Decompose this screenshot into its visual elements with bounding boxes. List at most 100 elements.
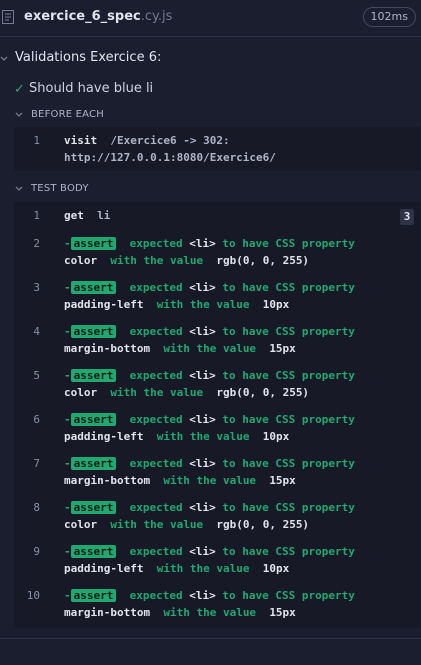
before-each-hook[interactable]: BEFORE EACH bbox=[0, 108, 421, 124]
assert-with: with the value bbox=[163, 342, 257, 355]
assert-prefix: - bbox=[64, 413, 71, 426]
command-visit[interactable]: 1 visit /Exercice6 -> 302: http://127.0.… bbox=[14, 134, 420, 168]
assert-subject: <li> bbox=[189, 325, 216, 338]
assert-verb: to have CSS property bbox=[222, 325, 355, 338]
command-number: 9 bbox=[33, 545, 40, 558]
assert-badge: assert bbox=[70, 589, 117, 602]
assert-prefix: - bbox=[64, 501, 71, 514]
command-number: 10 bbox=[26, 589, 40, 602]
assert-expected: expected bbox=[129, 501, 183, 514]
assert-badge: assert bbox=[70, 413, 117, 426]
assert-prefix: - bbox=[64, 589, 71, 602]
chevron-down-icon bbox=[15, 112, 23, 117]
assert-verb: to have CSS property bbox=[222, 501, 355, 514]
command-number: 5 bbox=[33, 369, 40, 382]
assert-verb: to have CSS property bbox=[222, 281, 355, 294]
assert-badge: assert bbox=[70, 237, 117, 250]
assert-with: with the value bbox=[156, 562, 250, 575]
assert-expected: expected bbox=[129, 457, 183, 470]
chevron-down-icon bbox=[15, 186, 23, 191]
suite-title: Validations Exercice 6: bbox=[15, 50, 162, 65]
assert-with: with the value bbox=[110, 386, 204, 399]
assert-property: margin-bottom bbox=[64, 342, 151, 355]
assert-subject: <li> bbox=[189, 369, 216, 382]
assert-expected: expected bbox=[129, 589, 183, 602]
command-name: get bbox=[64, 209, 84, 222]
element-count-badge: 3 bbox=[400, 209, 414, 225]
assert-subject: <li> bbox=[189, 413, 216, 426]
assert-prefix: - bbox=[64, 281, 71, 294]
before-each-label: BEFORE EACH bbox=[31, 109, 104, 120]
assert-badge: assert bbox=[70, 281, 117, 294]
assert-expected: expected bbox=[129, 369, 183, 382]
assert-value: 15px bbox=[269, 342, 296, 355]
assert-verb: to have CSS property bbox=[222, 237, 355, 250]
assert-verb: to have CSS property bbox=[222, 589, 355, 602]
assert-property: padding-left bbox=[64, 430, 144, 443]
assert-property: color bbox=[64, 386, 98, 399]
assert-command[interactable]: 10 - assert expected <li> to have CSS pro… bbox=[14, 589, 420, 623]
assert-value: 15px bbox=[269, 606, 296, 619]
assert-verb: to have CSS property bbox=[222, 457, 355, 470]
command-number: 6 bbox=[33, 413, 40, 426]
spec-file-name[interactable]: exercice_6_spec.cy.js bbox=[24, 9, 172, 24]
assert-with: with the value bbox=[156, 298, 250, 311]
assert-expected: expected bbox=[129, 237, 183, 250]
test-body-label: TEST BODY bbox=[31, 183, 89, 194]
assert-value: 10px bbox=[262, 430, 290, 443]
command-number: 8 bbox=[33, 501, 40, 514]
assert-expected: expected bbox=[129, 545, 183, 558]
spec-header: exercice_6_spec.cy.js 102ms bbox=[0, 0, 421, 37]
assert-command[interactable]: 8 - assert expected <li> to have CSS prop… bbox=[14, 501, 420, 535]
test-body-section[interactable]: TEST BODY bbox=[0, 182, 421, 198]
assert-property: margin-bottom bbox=[64, 606, 151, 619]
assert-property: padding-left bbox=[64, 298, 144, 311]
assert-value: rgb(0, 0, 255) bbox=[216, 518, 310, 531]
test-body-commands: 1 get li 3 2 - assert expected <li> to ha… bbox=[14, 202, 420, 628]
assert-command[interactable]: 9 - assert expected <li> to have CSS prop… bbox=[14, 545, 420, 579]
assert-value: 10px bbox=[262, 562, 290, 575]
command-number: 3 bbox=[33, 281, 40, 294]
before-each-commands: 1 visit /Exercice6 -> 302: http://127.0.… bbox=[14, 127, 420, 171]
assert-expected: expected bbox=[129, 413, 183, 426]
file-name-text: exercice_6_spec bbox=[24, 9, 141, 24]
assert-value: rgb(0, 0, 255) bbox=[216, 254, 310, 267]
assert-badge: assert bbox=[70, 369, 117, 382]
chevron-down-icon bbox=[0, 56, 8, 61]
assert-subject: <li> bbox=[189, 589, 216, 602]
command-number: 4 bbox=[33, 325, 40, 338]
command-number: 1 bbox=[33, 209, 40, 222]
assert-command[interactable]: 5 - assert expected <li> to have CSS prop… bbox=[14, 369, 420, 403]
assert-badge: assert bbox=[70, 325, 117, 338]
assert-verb: to have CSS property bbox=[222, 545, 355, 558]
assert-value: rgb(0, 0, 255) bbox=[216, 386, 310, 399]
assert-subject: <li> bbox=[189, 281, 216, 294]
assert-verb: to have CSS property bbox=[222, 369, 355, 382]
assert-with: with the value bbox=[163, 474, 257, 487]
assert-value: 15px bbox=[269, 474, 296, 487]
assert-badge: assert bbox=[70, 501, 117, 514]
check-icon: ✓ bbox=[14, 82, 25, 97]
assert-verb: to have CSS property bbox=[222, 413, 355, 426]
assert-badge: assert bbox=[70, 545, 117, 558]
file-icon bbox=[2, 10, 14, 24]
command-number: 2 bbox=[33, 237, 40, 250]
assert-with: with the value bbox=[110, 254, 204, 267]
command-selector: li bbox=[97, 209, 111, 222]
assert-command[interactable]: 4 - assert expected <li> to have CSS prop… bbox=[14, 325, 420, 359]
assert-expected: expected bbox=[129, 325, 183, 338]
test-title: Should have blue li bbox=[29, 81, 154, 96]
command-get[interactable]: 1 get li 3 bbox=[14, 209, 420, 227]
assert-with: with the value bbox=[110, 518, 204, 531]
assert-subject: <li> bbox=[189, 457, 216, 470]
assert-command[interactable]: 3 - assert expected <li> to have CSS prop… bbox=[14, 281, 420, 315]
assert-subject: <li> bbox=[189, 237, 216, 250]
assert-command[interactable]: 7 - assert expected <li> to have CSS prop… bbox=[14, 457, 420, 491]
command-number: 1 bbox=[33, 134, 40, 147]
assert-command[interactable]: 6 - assert expected <li> to have CSS prop… bbox=[14, 413, 420, 447]
assert-property: color bbox=[64, 518, 98, 531]
assert-prefix: - bbox=[64, 325, 71, 338]
file-extension: .cy.js bbox=[140, 9, 173, 24]
assert-with: with the value bbox=[163, 606, 257, 619]
assert-command[interactable]: 2 - assert expected <li> to have CSS prop… bbox=[14, 237, 420, 271]
